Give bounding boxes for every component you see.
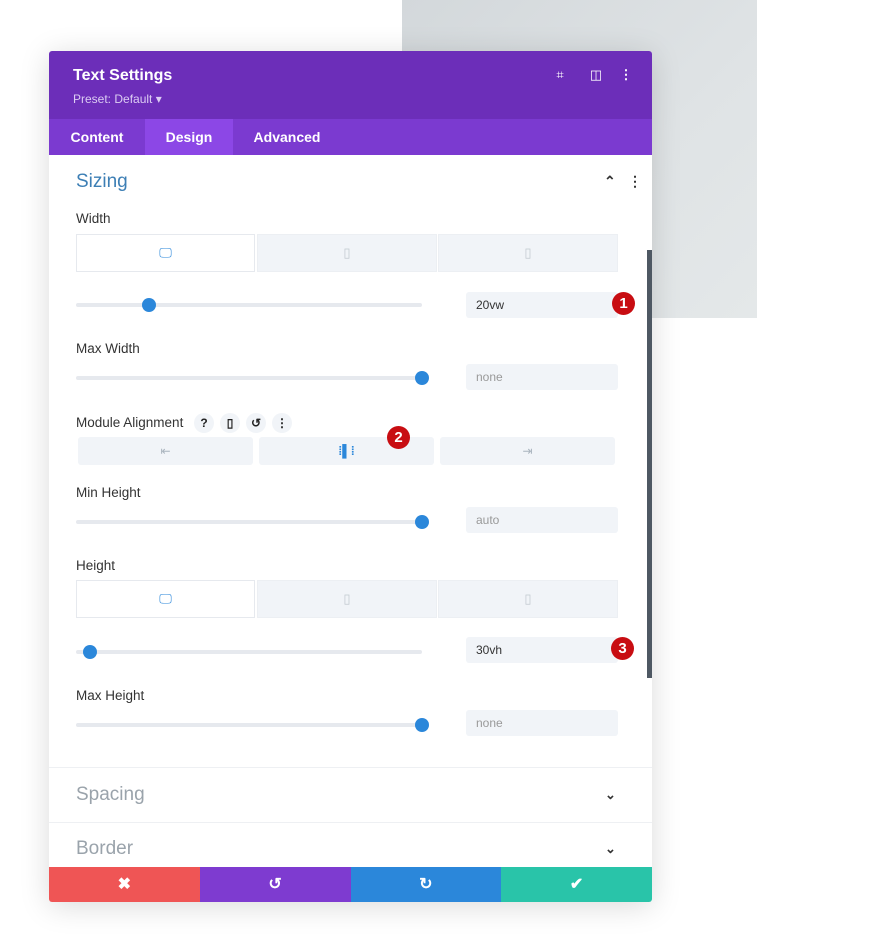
redo-button[interactable]: ↻ [350, 867, 502, 902]
undo-button[interactable]: ↺ [199, 867, 351, 902]
max-height-input[interactable]: none [466, 710, 618, 736]
spacing-section-title[interactable]: Spacing [76, 784, 145, 806]
slider-handle[interactable] [141, 298, 156, 312]
align-left-icon: ⇤ [160, 444, 171, 458]
max-width-label: Max Width [76, 341, 140, 356]
height-input[interactable]: 30vh [466, 637, 618, 663]
tab-bar: Content Design Advanced [49, 119, 652, 155]
phone-tab[interactable]: ▯ [438, 580, 618, 618]
scrollbar[interactable] [647, 250, 652, 678]
height-slider[interactable] [76, 645, 422, 659]
section-more-icon[interactable]: ⋮ [628, 173, 642, 190]
desktop-icon: 🖵 [159, 591, 172, 606]
badge-2: 2 [387, 426, 410, 449]
divider [49, 767, 652, 768]
slider-handle[interactable] [415, 515, 429, 529]
desktop-tab[interactable]: 🖵 [76, 580, 255, 618]
max-width-input[interactable]: none [466, 364, 618, 390]
badge-1: 1 [612, 292, 635, 315]
options-icon[interactable]: ⋮ [272, 413, 292, 433]
border-section-title[interactable]: Border [76, 838, 133, 860]
min-height-slider[interactable] [76, 515, 429, 529]
responsive-icon[interactable]: ▯ [220, 413, 240, 433]
more-icon[interactable]: ⋮ [618, 67, 634, 83]
help-icon[interactable]: ? [194, 413, 214, 433]
tablet-tab[interactable]: ▯ [257, 580, 437, 618]
footer-actions: ✖ ↺ ↻ ✔ [49, 867, 652, 902]
split-view-icon[interactable]: ◫ [588, 67, 604, 83]
divider [49, 822, 652, 823]
width-slider[interactable] [76, 298, 422, 312]
max-width-slider[interactable] [76, 371, 429, 385]
min-height-label: Min Height [76, 485, 141, 500]
panel-header: Text Settings Preset: Default ▾ ⌗ ◫ ⋮ [49, 51, 652, 119]
tab-content[interactable]: Content [49, 119, 145, 155]
badge-3: 3 [611, 637, 634, 660]
phone-icon: ▯ [524, 245, 532, 260]
tab-advanced[interactable]: Advanced [233, 119, 341, 155]
tablet-tab[interactable]: ▯ [257, 234, 437, 272]
preset-dropdown[interactable]: Preset: Default ▾ [73, 92, 162, 106]
text-settings-panel: Text Settings Preset: Default ▾ ⌗ ◫ ⋮ Co… [49, 51, 652, 902]
desktop-icon: 🖵 [159, 245, 172, 260]
height-label: Height [76, 558, 116, 573]
save-button[interactable]: ✔ [501, 867, 652, 902]
slider-handle[interactable] [82, 645, 97, 659]
sizing-section-title[interactable]: Sizing [76, 171, 128, 193]
width-input[interactable]: 20vw [466, 292, 618, 318]
chevron-down-icon[interactable]: ⌄ [605, 841, 616, 857]
max-height-label: Max Height [76, 688, 145, 703]
max-height-slider[interactable] [76, 718, 429, 732]
align-right-button[interactable]: ⇥ [440, 437, 615, 465]
reset-icon[interactable]: ↺ [246, 413, 266, 433]
module-alignment-label: Module Alignment [76, 415, 184, 430]
cancel-button[interactable]: ✖ [49, 867, 200, 902]
phone-tab[interactable]: ▯ [438, 234, 618, 272]
chevron-up-icon[interactable]: ⌃ [604, 173, 616, 190]
expand-icon[interactable]: ⌗ [552, 67, 568, 83]
align-right-icon: ⇥ [522, 444, 533, 458]
chevron-down-icon[interactable]: ⌄ [605, 787, 616, 803]
slider-handle[interactable] [415, 371, 429, 385]
width-label: Width [76, 211, 111, 226]
panel-title: Text Settings [73, 67, 173, 84]
tablet-icon: ▯ [343, 245, 351, 260]
slider-handle[interactable] [415, 718, 429, 732]
desktop-tab[interactable]: 🖵 [76, 234, 255, 272]
align-left-button[interactable]: ⇤ [78, 437, 253, 465]
tab-design[interactable]: Design [145, 119, 233, 155]
tablet-icon: ▯ [343, 591, 351, 606]
align-center-icon: ⁞▌⁞ [338, 444, 355, 458]
min-height-input[interactable]: auto [466, 507, 618, 533]
phone-icon: ▯ [524, 591, 532, 606]
